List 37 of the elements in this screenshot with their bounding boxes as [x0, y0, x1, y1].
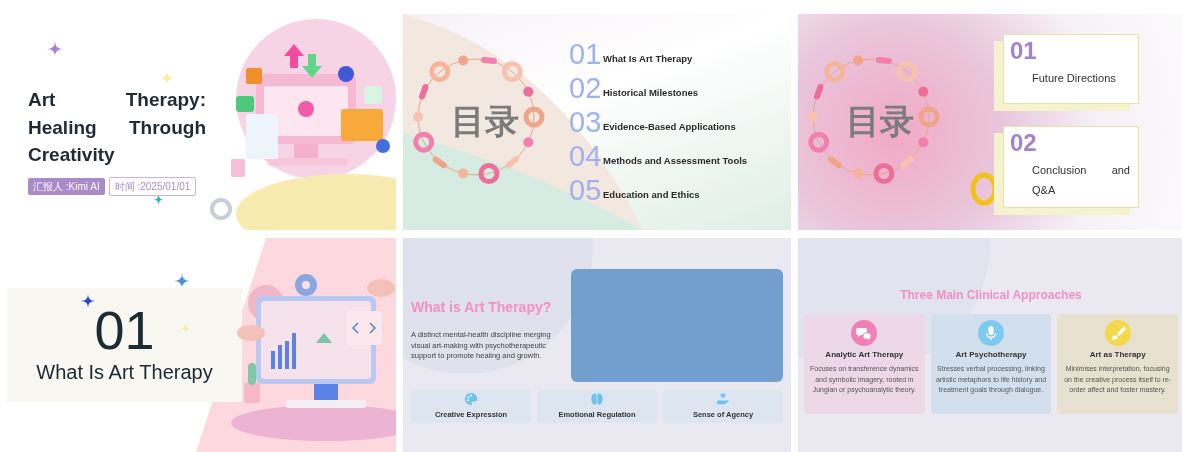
brush-icon [1104, 320, 1131, 346]
chat-icon [851, 320, 878, 346]
toc-item: Historical Milestones [603, 85, 699, 100]
toc-heading: 目录 [846, 101, 914, 142]
reporter-badge: 汇报人 :Kimi AI [28, 177, 105, 195]
slide-title: What is Art Therapy? [411, 297, 553, 317]
card-title: Analytic Art Therapy [825, 349, 904, 361]
toc-item: Future Directions [1031, 71, 1117, 86]
section-number: 01 [94, 303, 155, 357]
title: Art Therapy: Healing Through Creativity [28, 88, 206, 168]
toc-number: 02 [569, 74, 599, 103]
sparkle-icon [47, 41, 63, 57]
date-badge: 时间 :2025/01/01 [108, 176, 197, 196]
card-title: Art Psychotherapy [955, 349, 1027, 361]
palette-icon [464, 392, 478, 407]
toc-item: Education and Ethics [603, 187, 700, 202]
toc-number: 01 [569, 40, 599, 69]
section-title: What Is Art Therapy [36, 360, 213, 385]
toc-number: 03 [569, 108, 599, 137]
toc-item: Methods and Assessment Tools [603, 153, 748, 168]
toc-heading: 目录 [451, 101, 519, 142]
sparkle-icon [81, 294, 95, 308]
slide-title: Three Main Clinical Approaches [900, 287, 1082, 304]
card-title: Art as Therapy [1089, 349, 1146, 361]
toc-item: Conclusion and Q&A [1031, 163, 1130, 198]
mic-icon [978, 320, 1004, 346]
toc-item: What Is Art Therapy [603, 51, 693, 66]
sparkle-icon [160, 71, 174, 85]
toc-number: 02 [1010, 131, 1038, 155]
sparkle-icon [180, 323, 191, 334]
sparkle-icon [174, 273, 190, 289]
toc-item: Evidence-Based Applications [603, 119, 736, 134]
hand-icon [716, 392, 730, 407]
sparkle-icon [153, 194, 164, 205]
toc-number: 04 [569, 142, 599, 171]
toc-number: 05 [569, 176, 599, 205]
toc-number: 01 [1010, 39, 1038, 63]
